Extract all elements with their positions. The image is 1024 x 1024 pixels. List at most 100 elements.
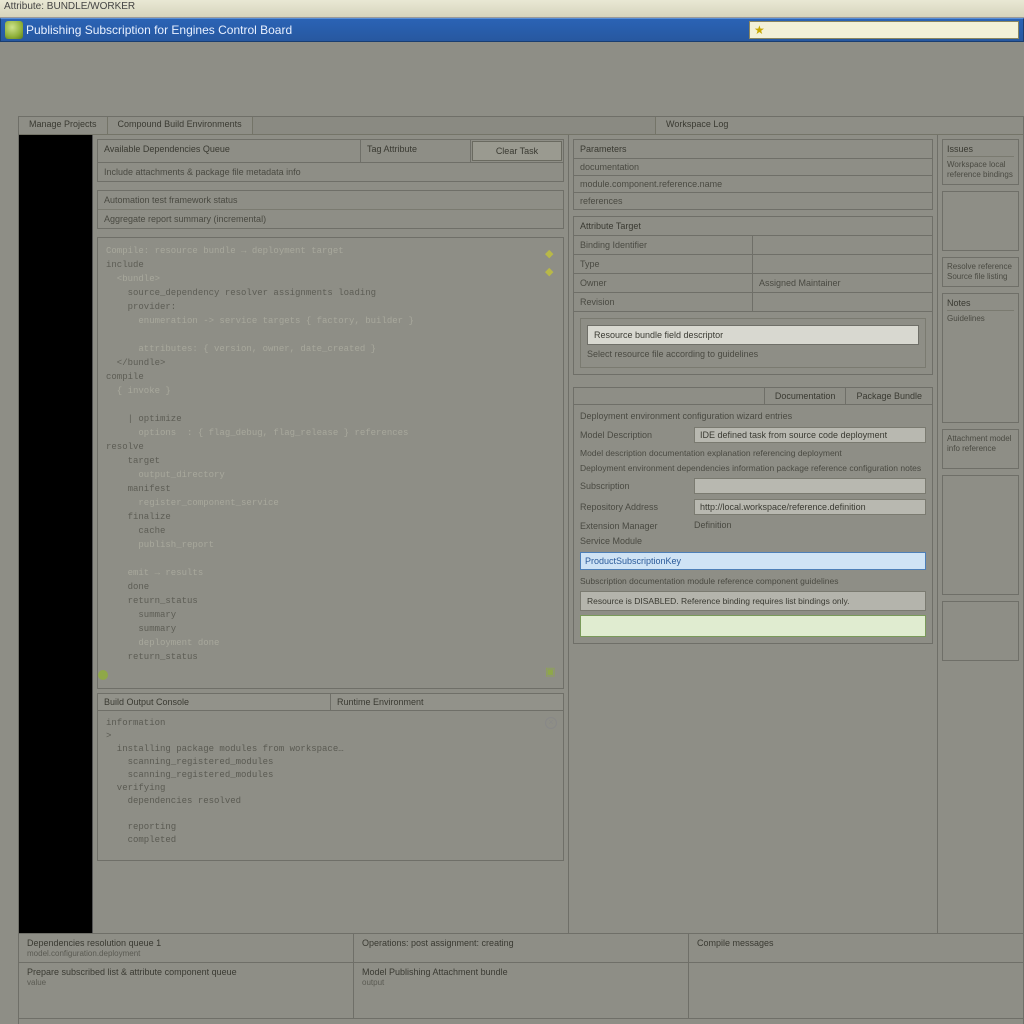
code-line	[106, 328, 555, 342]
code-line: compile	[106, 370, 555, 384]
output-line: scanning_registered_modules	[106, 769, 555, 782]
tab-manage-projects[interactable]: Manage Projects	[19, 117, 108, 134]
prop-label: Type	[574, 255, 753, 274]
detail-desc-1: Model description documentation explanat…	[580, 448, 926, 459]
code-line: </bundle>	[106, 356, 555, 370]
far-text: Resolve reference	[947, 262, 1014, 272]
status-cell	[689, 963, 1023, 1018]
prop-value[interactable]	[753, 255, 932, 274]
attribute-panel: Attribute Target Binding Identifier Type…	[573, 216, 933, 375]
value-model-desc: IDE defined task from source code deploy…	[694, 427, 926, 443]
prop-label: Owner	[574, 274, 753, 293]
clear-task-button[interactable]: Clear Task	[472, 141, 562, 161]
code-line: attributes: { version, owner, date_creat…	[106, 342, 555, 356]
status-cell: Compile messages	[689, 934, 1023, 962]
far-right-column: Issues Workspace local reference binding…	[937, 135, 1023, 933]
label-subscription: Subscription	[580, 481, 688, 491]
far-header-notes: Notes	[947, 298, 1014, 311]
output-line: reporting	[106, 821, 555, 834]
label-model-desc: Model Description	[580, 430, 688, 440]
code-line: <bundle>	[106, 272, 555, 286]
code-line: include	[106, 258, 555, 272]
center-header-panel: Available Dependencies Queue Tag Attribu…	[97, 139, 564, 182]
code-line: | optimize	[106, 412, 555, 426]
link-references[interactable]: references	[573, 193, 933, 210]
favorite-icon[interactable]: ★	[754, 24, 766, 36]
code-line: manifest	[106, 482, 555, 496]
browser-tab-label[interactable]: Attribute: BUNDLE/WORKER	[4, 1, 135, 12]
marker-icon[interactable]: ◆	[545, 266, 557, 278]
status-bar-panel: Automation test framework status Aggrega…	[97, 190, 564, 229]
label-extension: Extension Manager	[580, 521, 688, 531]
code-editor[interactable]: ◆ ◆ ▣ Compile: resource bundle → deploym…	[97, 237, 564, 689]
status-cell: Prepare subscribed list & attribute comp…	[19, 963, 354, 1018]
prop-value[interactable]	[753, 293, 932, 312]
code-line	[106, 552, 555, 566]
output-line	[106, 808, 555, 821]
tab-documentation[interactable]: Documentation	[764, 388, 846, 404]
marker-icon[interactable]: ▣	[545, 666, 557, 678]
detail-desc-3: Subscription documentation module refere…	[580, 576, 926, 587]
value-extension: Definition	[694, 520, 732, 530]
header-subtext: Include attachments & package file metad…	[98, 163, 563, 181]
code-line: source_dependency resolver assignments l…	[106, 286, 555, 300]
status-line-2: Aggregate report summary (incremental)	[98, 210, 563, 228]
code-line: output_directory	[106, 468, 555, 482]
code-line: enumeration -> service targets { factory…	[106, 314, 555, 328]
header-cell-tag[interactable]: Tag Attribute	[361, 140, 471, 162]
right-header: Parameters	[573, 139, 933, 159]
output-line: dependencies resolved	[106, 795, 555, 808]
breakpoint-icon[interactable]	[98, 670, 108, 680]
detail-desc-2: Deployment environment dependencies info…	[580, 463, 926, 474]
output-line: completed	[106, 834, 555, 847]
detail-subtitle: Deployment environment configuration wiz…	[580, 411, 926, 421]
status-area: Dependencies resolution queue 1 model.co…	[19, 933, 1023, 1019]
prop-value[interactable]: Assigned Maintainer	[753, 274, 932, 293]
output-line: >	[106, 730, 555, 743]
output-line: scanning_registered_modules	[106, 756, 555, 769]
code-line: target	[106, 454, 555, 468]
center-column: Available Dependencies Queue Tag Attribu…	[93, 135, 569, 933]
output-console[interactable]: × information > installing package modul…	[97, 711, 564, 861]
far-text: Attachment model info reference	[947, 434, 1014, 454]
tab-build-output[interactable]: Build Output Console	[98, 694, 331, 710]
prop-label: Binding Identifier	[574, 236, 753, 255]
tab-build-environments[interactable]: Compound Build Environments	[108, 117, 253, 134]
resource-input[interactable]	[587, 325, 919, 345]
code-line: summary	[106, 622, 555, 636]
value-subscription[interactable]	[694, 478, 926, 494]
status-cell: Operations: post assignment: creating	[354, 934, 689, 962]
left-rail	[19, 135, 93, 933]
browser-title-bar: Publishing Subscription for Engines Cont…	[0, 18, 1024, 42]
code-line: done	[106, 580, 555, 594]
value-repo[interactable]: http://local.workspace/reference.definit…	[694, 499, 926, 515]
detail-panel: Documentation Package Bundle Deployment …	[573, 387, 933, 644]
top-tab-bar: Manage Projects Compound Build Environme…	[19, 117, 1023, 135]
code-line: summary	[106, 608, 555, 622]
link-doc[interactable]: documentation	[573, 159, 933, 176]
result-box[interactable]	[580, 615, 926, 637]
close-icon[interactable]: ×	[545, 717, 557, 729]
prop-value[interactable]	[753, 236, 932, 255]
label-repo: Repository Address	[580, 502, 688, 512]
header-cell-queue[interactable]: Available Dependencies Queue	[98, 140, 361, 162]
app-window: Manage Projects Compound Build Environme…	[18, 116, 1024, 1024]
url-field[interactable]: ★	[749, 21, 1019, 39]
output-line: installing package modules from workspac…	[106, 743, 555, 756]
marker-icon[interactable]: ◆	[545, 248, 557, 260]
tab-workspace-log[interactable]: Workspace Log	[655, 117, 1023, 134]
code-line: return_status	[106, 650, 555, 664]
prop-label: Revision	[574, 293, 753, 312]
output-title: information	[106, 717, 555, 730]
tab-runtime-env[interactable]: Runtime Environment	[331, 694, 563, 710]
link-component[interactable]: module.component.reference.name	[573, 176, 933, 193]
app-icon	[5, 21, 23, 39]
code-line: deployment done	[106, 636, 555, 650]
tab-package-bundle[interactable]: Package Bundle	[845, 388, 932, 404]
code-line: finalize	[106, 510, 555, 524]
code-line: cache	[106, 524, 555, 538]
browser-tab-bar: Attribute: BUNDLE/WORKER	[0, 0, 1024, 18]
input-hint: Select resource file according to guidel…	[587, 349, 919, 359]
code-line	[106, 398, 555, 412]
subscription-key-input[interactable]	[580, 552, 926, 570]
